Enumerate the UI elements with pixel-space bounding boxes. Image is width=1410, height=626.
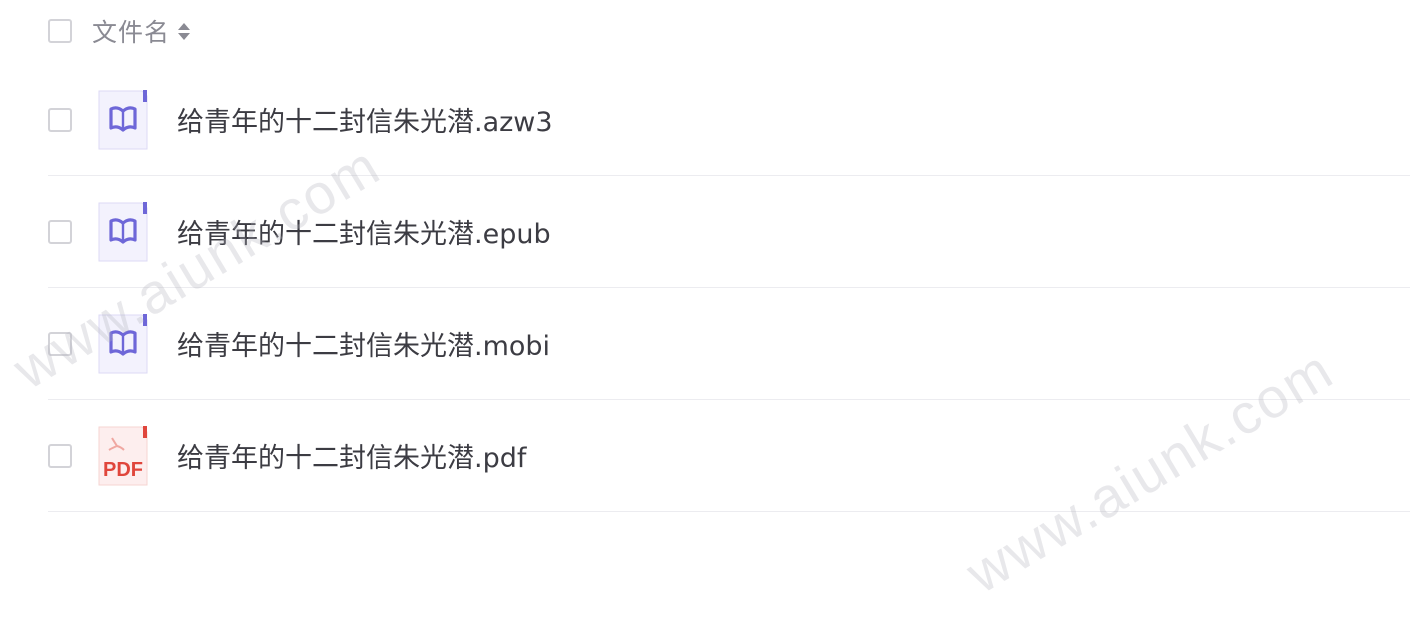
- row-checkbox[interactable]: [48, 331, 72, 356]
- file-name[interactable]: 给青年的十二封信朱光潜.epub: [177, 212, 551, 251]
- file-list-header: 文件名: [48, 13, 191, 49]
- select-all-checkbox[interactable]: [48, 19, 72, 43]
- row-checkbox[interactable]: [48, 443, 72, 468]
- file-row[interactable]: 给青年的十二封信朱光潜.epub: [48, 176, 1410, 288]
- ebook-icon: [98, 89, 148, 150]
- file-row[interactable]: 给青年的十二封信朱光潜.azw3: [48, 64, 1410, 176]
- row-checkbox[interactable]: [48, 219, 72, 244]
- file-row[interactable]: PDF 给青年的十二封信朱光潜.pdf: [48, 400, 1410, 512]
- row-checkbox[interactable]: [48, 107, 72, 132]
- file-name[interactable]: 给青年的十二封信朱光潜.pdf: [177, 436, 526, 475]
- file-name[interactable]: 给青年的十二封信朱光潜.azw3: [177, 100, 553, 139]
- column-header-filename[interactable]: 文件名: [92, 13, 170, 49]
- ebook-icon: [98, 313, 148, 374]
- sort-icon[interactable]: [178, 22, 191, 40]
- pdf-icon: PDF: [98, 425, 148, 486]
- file-list: 给青年的十二封信朱光潜.azw3 给青年的十二封信朱光潜.epub 给青年的十二…: [48, 64, 1410, 512]
- file-name[interactable]: 给青年的十二封信朱光潜.mobi: [177, 324, 550, 363]
- file-row[interactable]: 给青年的十二封信朱光潜.mobi: [48, 288, 1410, 400]
- ebook-icon: [98, 201, 148, 262]
- pdf-icon-label: PDF: [103, 459, 143, 481]
